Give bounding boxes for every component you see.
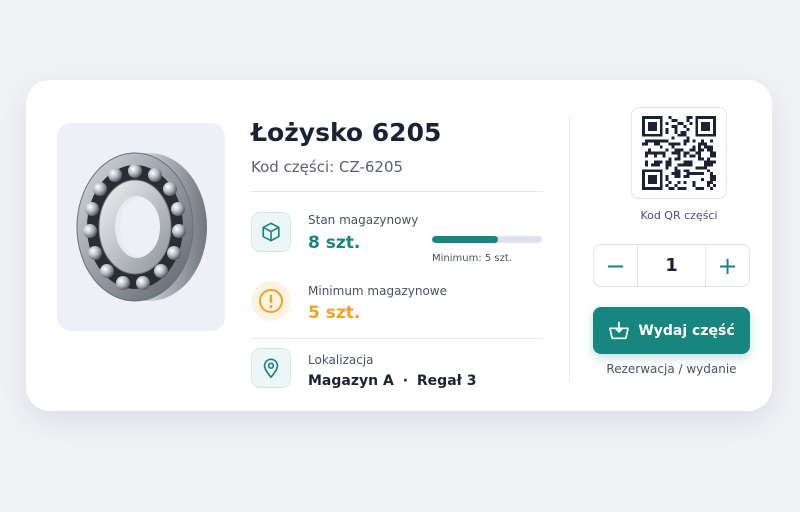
stock-progress-bar: [432, 236, 542, 243]
stock-label: Stan magazynowy: [308, 213, 419, 227]
minimum-value: 5 szt.: [308, 303, 361, 323]
basket-icon: [609, 321, 630, 339]
qr-code-graphic: [642, 116, 716, 190]
location-value: Magazyn A · Regał 3: [308, 373, 476, 389]
divider: [251, 191, 543, 192]
quantity-stepper: − 1 +: [593, 244, 750, 287]
warning-icon: [251, 281, 291, 321]
increment-button[interactable]: +: [705, 245, 749, 286]
part-card: Łożysko 6205 Kod części: CZ-6205 Stan ma…: [26, 80, 772, 411]
stock-progress-fill: [432, 236, 498, 243]
product-image: [57, 123, 225, 331]
location-warehouse: Magazyn A: [308, 373, 394, 389]
issue-caption: Rezerwacja / wydanie: [606, 362, 737, 376]
stock-minimum-caption: Minimum: 5 szt.: [432, 253, 512, 264]
minimum-label: Minimum magazynowe: [308, 284, 447, 298]
qr-code-icon[interactable]: [631, 107, 727, 199]
qr-caption: Kod QR części: [640, 209, 718, 222]
quantity-value[interactable]: 1: [638, 245, 705, 286]
location-shelf: Regał 3: [416, 373, 477, 389]
decrement-button[interactable]: −: [594, 245, 638, 286]
stock-value: 8 szt.: [308, 233, 361, 253]
location-separator: ·: [402, 373, 409, 389]
map-pin-icon: [251, 348, 291, 388]
part-title: Łożysko 6205: [251, 118, 442, 147]
divider: [251, 338, 543, 339]
box-icon: [251, 212, 291, 252]
location-label: Lokalizacja: [308, 353, 374, 367]
issue-button-label: Wydaj część: [638, 322, 735, 339]
vertical-divider: [569, 116, 570, 382]
part-code: Kod części: CZ-6205: [251, 158, 404, 176]
bearing-illustration: [76, 152, 207, 302]
issue-part-button[interactable]: Wydaj część: [593, 307, 750, 354]
